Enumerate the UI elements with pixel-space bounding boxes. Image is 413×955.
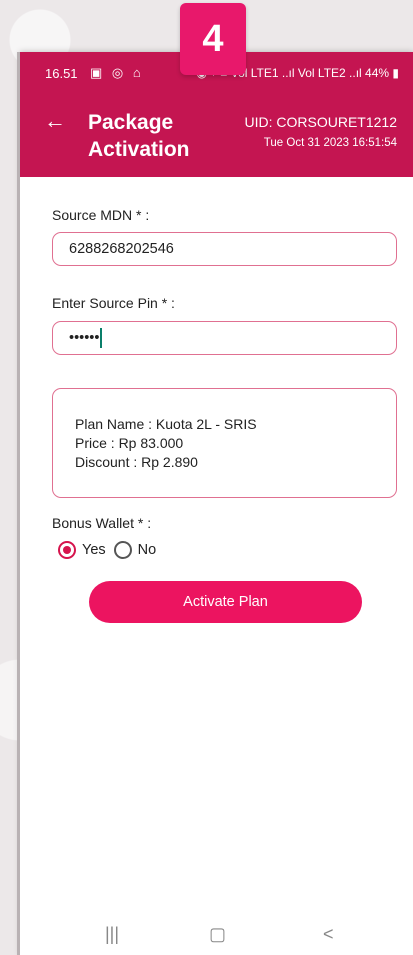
source-mdn-label: Source MDN * :	[52, 207, 150, 223]
back-arrow-icon[interactable]: ←	[44, 108, 66, 134]
source-mdn-field[interactable]: 6288268202546	[52, 232, 397, 266]
radio-yes-label[interactable]: Yes	[82, 542, 106, 558]
radio-yes[interactable]	[58, 541, 76, 559]
source-mdn-value: 6288268202546	[69, 241, 174, 257]
plan-price: Price : Rp 83.000	[75, 435, 184, 451]
activate-plan-button[interactable]: Activate Plan	[89, 581, 362, 623]
status-time: 16.51	[45, 66, 78, 81]
plan-discount: Discount : Rp 2.890	[75, 454, 198, 470]
bonus-wallet-label: Bonus Wallet * :	[52, 515, 152, 531]
source-pin-field[interactable]: ••••••	[52, 321, 397, 355]
notification-icons: ▣ ◎ ⌂	[90, 65, 144, 80]
home-icon[interactable]: ▢	[209, 924, 226, 945]
phone-screen: 16.51 ▣ ◎ ⌂ ◉ ⌖ ≡ Vol LTE1 ..ıl Vol LTE2…	[20, 52, 413, 955]
radio-no-label[interactable]: No	[138, 542, 157, 558]
android-nav-bar: ||| ▢ <	[20, 920, 413, 955]
source-pin-label: Enter Source Pin * :	[52, 295, 175, 311]
source-pin-value: ••••••	[69, 330, 100, 346]
uid-label: UID: CORSOURET1212	[244, 114, 397, 130]
text-cursor	[100, 328, 103, 348]
recents-icon[interactable]: |||	[105, 924, 119, 945]
plan-name: Plan Name : Kuota 2L - SRIS	[75, 416, 257, 432]
radio-no[interactable]	[113, 541, 132, 559]
timestamp-label: Tue Oct 31 2023 16:51:54	[263, 137, 397, 149]
plan-details-box: Plan Name : Kuota 2L - SRIS Price : Rp 8…	[52, 388, 397, 498]
page-title: Package Activation	[88, 111, 190, 161]
step-badge: 4	[180, 3, 246, 75]
bonus-wallet-options: Yes No	[58, 541, 156, 559]
back-nav-icon[interactable]: <	[323, 924, 334, 945]
